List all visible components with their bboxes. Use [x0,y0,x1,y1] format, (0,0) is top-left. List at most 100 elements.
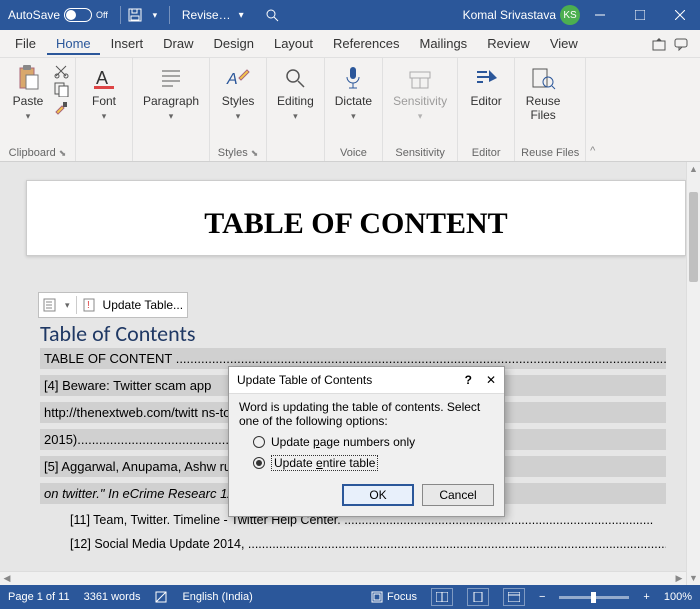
tab-review[interactable]: Review [478,32,539,55]
reuse-files-icon [529,64,557,92]
format-painter-icon[interactable] [54,100,69,115]
vertical-scrollbar[interactable]: ▲ ▼ [686,162,700,585]
ok-button[interactable]: OK [342,484,414,506]
radio-icon [253,436,265,448]
statusbar: Page 1 of 11 3361 words English (India) … [0,585,700,609]
comments-icon[interactable] [674,37,688,51]
dialog-title: Update Table of Contents [237,373,372,387]
ribbon-tabs: File Home Insert Draw Design Layout Refe… [0,30,700,58]
autosave-state: Off [96,10,108,20]
status-page[interactable]: Page 1 of 11 [8,591,70,603]
tab-draw[interactable]: Draw [154,32,202,55]
toc-subrow[interactable]: [12] Social Media Update 2014, .........… [40,534,666,554]
focus-mode-button[interactable]: Focus [371,591,417,603]
editor-icon [472,64,500,92]
status-language[interactable]: English (India) [182,591,252,603]
save-icon[interactable] [125,5,145,25]
ribbon-group-font: A Font [76,58,133,161]
scrollbar-thumb[interactable] [689,192,698,282]
toc-options-icon[interactable] [43,297,59,313]
ribbon-group-editor: Editor Editor [458,58,515,161]
dialog-titlebar: Update Table of Contents ? ✕ [229,367,504,393]
scroll-right-icon[interactable]: ▶ [672,572,686,585]
dialog-body: Word is updating the table of contents. … [229,393,504,516]
ribbon-group-paragraph: Paragraph [133,58,210,161]
tab-layout[interactable]: Layout [265,32,322,55]
zoom-slider[interactable] [559,596,629,599]
title-dropdown-icon[interactable]: ▾ [239,10,244,21]
toc-heading: Table of Contents [40,320,195,347]
toggle-track [64,8,92,22]
ribbon-group-voice: Dictate Voice [325,58,383,161]
editing-button[interactable]: Editing [273,62,318,124]
toggle-knob [66,10,76,20]
tab-view[interactable]: View [541,32,587,55]
copy-icon[interactable] [54,82,69,97]
sensitivity-icon [406,64,434,92]
sensitivity-button[interactable]: Sensitivity [389,62,451,124]
dialog-close-button[interactable]: ✕ [486,373,496,387]
radio-icon [253,457,265,469]
user-avatar[interactable]: KS [560,5,580,25]
maximize-button[interactable] [620,0,660,30]
close-button[interactable] [660,0,700,30]
tab-file[interactable]: File [6,32,45,55]
scroll-down-icon[interactable]: ▼ [687,571,700,585]
ribbon-group-styles: A Styles Styles⬊ [210,58,267,161]
tab-design[interactable]: Design [205,32,263,55]
undo-dropdown-icon[interactable]: ▾ [145,5,165,25]
font-button[interactable]: A Font [82,62,126,124]
editor-button[interactable]: Editor [464,62,508,110]
dialog-help-button[interactable]: ? [465,373,472,387]
zoom-level[interactable]: 100% [664,591,692,603]
ribbon-group-sensitivity: Sensitivity Sensitivity [383,58,458,161]
styles-icon: A [224,64,252,92]
cut-icon[interactable] [54,64,69,79]
paragraph-icon [157,64,185,92]
ribbon-collapse-icon[interactable]: ^ [585,58,599,161]
radio-update-entire-table[interactable]: Update entire table [239,452,494,474]
reuse-files-button[interactable]: Reuse Files [521,62,565,124]
tab-mailings[interactable]: Mailings [411,32,477,55]
document-title: Revise… [182,8,231,22]
radio-update-page-numbers[interactable]: Update page numbers only [239,432,494,452]
user-name: Komal Srivastava [463,8,556,22]
search-icon[interactable] [262,5,282,25]
chevron-down-icon [26,108,31,122]
minimize-button[interactable] [580,0,620,30]
scroll-left-icon[interactable]: ◀ [0,572,14,585]
autosave-label: AutoSave [8,8,60,22]
svg-text:A: A [226,71,238,88]
print-layout-button[interactable] [467,588,489,606]
update-toc-icon: ! [83,298,97,312]
chevron-down-icon[interactable]: ▾ [65,300,70,311]
scroll-up-icon[interactable]: ▲ [687,162,700,176]
paste-button[interactable]: Paste [6,62,50,124]
update-table-button[interactable]: Update Table... [103,298,184,312]
zoom-out-button[interactable]: − [539,591,545,603]
microphone-icon [339,64,367,92]
svg-text:A: A [96,68,108,88]
dictate-button[interactable]: Dictate [331,62,376,124]
web-layout-button[interactable] [503,588,525,606]
page-title: TABLE OF CONTENT [27,181,685,255]
dialog-launcher-icon[interactable]: ⬊ [59,148,67,159]
find-icon [281,64,309,92]
status-words[interactable]: 3361 words [84,591,141,603]
tab-references[interactable]: References [324,32,408,55]
share-icon[interactable] [652,37,666,51]
horizontal-scrollbar[interactable]: ◀ ▶ [0,571,686,585]
tab-home[interactable]: Home [47,32,100,55]
tab-insert[interactable]: Insert [102,32,153,55]
zoom-in-button[interactable]: + [643,591,649,603]
styles-button[interactable]: A Styles [216,62,260,124]
ribbon: Paste Clipboard⬊ A Font Paragraph [0,58,700,162]
autosave-toggle[interactable]: AutoSave Off [0,8,116,22]
cancel-button[interactable]: Cancel [422,484,494,506]
ribbon-group-reusefiles: Reuse Files Reuse Files [515,58,585,161]
status-proofing-icon[interactable] [154,590,168,604]
update-toc-dialog: Update Table of Contents ? ✕ Word is upd… [228,366,505,517]
paragraph-button[interactable]: Paragraph [139,62,203,124]
page[interactable]: TABLE OF CONTENT [26,180,686,256]
read-mode-button[interactable] [431,588,453,606]
